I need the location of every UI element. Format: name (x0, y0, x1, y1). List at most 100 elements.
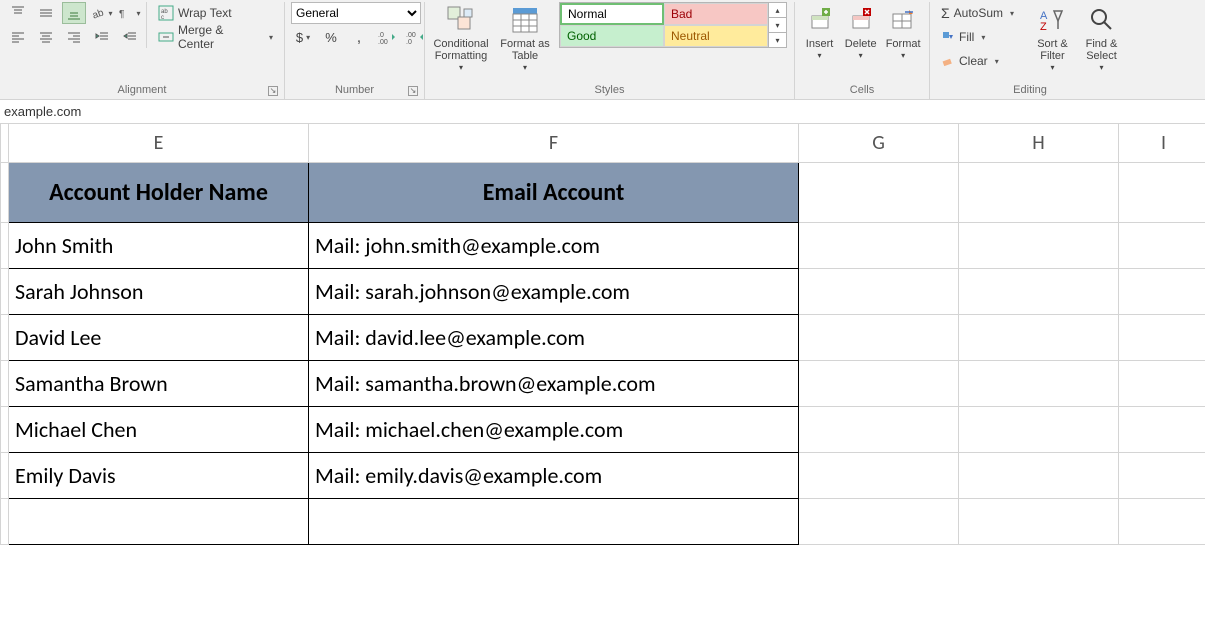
col-header-g[interactable]: G (799, 124, 959, 162)
cell-name[interactable]: John Smith (9, 222, 309, 268)
styles-up-icon[interactable]: ▴ (769, 3, 786, 18)
cell[interactable] (1, 360, 9, 406)
autosum-button[interactable]: Σ AutoSum (936, 2, 1026, 24)
format-cells-button[interactable]: Format▾ (883, 2, 923, 61)
clear-button[interactable]: Clear (936, 50, 1026, 72)
fill-button[interactable]: Fill (936, 26, 1026, 48)
cell[interactable] (1119, 498, 1205, 544)
corner-header[interactable] (1, 124, 9, 162)
cell[interactable] (959, 498, 1119, 544)
accounting-format-button[interactable]: $ (291, 26, 315, 48)
cell[interactable] (799, 222, 959, 268)
formula-bar[interactable]: example.com (0, 100, 1205, 124)
alignment-launcher-icon[interactable]: ↘ (268, 86, 278, 96)
align-left-button[interactable] (6, 26, 30, 48)
orientation-button[interactable]: ab (90, 2, 114, 24)
cell[interactable] (799, 314, 959, 360)
cell-name[interactable]: Sarah Johnson (9, 268, 309, 314)
cell[interactable] (959, 406, 1119, 452)
styles-down-icon[interactable]: ▾ (769, 18, 786, 33)
col-header-h[interactable]: H (959, 124, 1119, 162)
merge-center-button[interactable]: Merge & Center (153, 26, 278, 48)
conditional-formatting-icon (445, 4, 477, 36)
cell[interactable] (1, 498, 9, 544)
sort-filter-button[interactable]: AZ Sort & Filter▾ (1030, 2, 1075, 73)
align-right-button[interactable] (62, 26, 86, 48)
cell-email[interactable]: Mail: emily.davis@example.com (309, 452, 799, 498)
increase-indent-button[interactable] (118, 26, 142, 48)
merge-center-label: Merge & Center (178, 23, 262, 51)
cell-email[interactable]: Mail: david.lee@example.com (309, 314, 799, 360)
cell-email[interactable]: Mail: john.smith@example.com (309, 222, 799, 268)
header-email-account[interactable]: Email Account (309, 162, 799, 222)
cell[interactable] (959, 222, 1119, 268)
cell[interactable] (799, 360, 959, 406)
align-center-button[interactable] (34, 26, 58, 48)
cell[interactable] (959, 360, 1119, 406)
cell[interactable] (1119, 268, 1205, 314)
insert-cells-button[interactable]: Insert▾ (801, 2, 838, 61)
cell[interactable] (799, 406, 959, 452)
col-header-f[interactable]: F (309, 124, 799, 162)
cell[interactable] (799, 452, 959, 498)
cell[interactable] (1, 222, 9, 268)
cell[interactable] (959, 268, 1119, 314)
insert-cells-icon (804, 4, 836, 36)
number-launcher-icon[interactable]: ↘ (408, 86, 418, 96)
col-header-i[interactable]: I (1119, 124, 1205, 162)
decrease-decimal-button[interactable]: .00.0 (403, 26, 427, 48)
cell[interactable] (1, 452, 9, 498)
cell[interactable] (1, 162, 9, 222)
cell-name[interactable]: Samantha Brown (9, 360, 309, 406)
align-middle-button[interactable] (34, 2, 58, 24)
increase-decimal-button[interactable]: .0.00 (375, 26, 399, 48)
cell[interactable] (1119, 222, 1205, 268)
cell[interactable] (959, 314, 1119, 360)
cell[interactable] (1119, 406, 1205, 452)
cell[interactable] (1119, 452, 1205, 498)
align-bottom-button[interactable] (62, 2, 86, 24)
header-account-name[interactable]: Account Holder Name (9, 162, 309, 222)
cell-email[interactable]: Mail: samantha.brown@example.com (309, 360, 799, 406)
comma-format-button[interactable]: , (347, 26, 371, 48)
align-top-button[interactable] (6, 2, 30, 24)
decrease-indent-button[interactable] (90, 26, 114, 48)
cell[interactable] (1, 406, 9, 452)
cell[interactable] (799, 268, 959, 314)
conditional-formatting-button[interactable]: Conditional Formatting ▾ (431, 2, 491, 73)
cell[interactable] (1119, 314, 1205, 360)
cell-name[interactable]: Michael Chen (9, 406, 309, 452)
percent-format-button[interactable]: % (319, 26, 343, 48)
cell[interactable] (959, 452, 1119, 498)
cell[interactable] (799, 162, 959, 222)
col-header-e[interactable]: E (9, 124, 309, 162)
cell-email[interactable]: Mail: sarah.johnson@example.com (309, 268, 799, 314)
styles-gallery-scroll[interactable]: ▴ ▾ ▾ (768, 3, 786, 47)
text-direction-button[interactable]: ¶ (118, 2, 142, 24)
worksheet-grid[interactable]: E F G H I Account Holder Name Email Acco… (0, 124, 1205, 545)
style-good[interactable]: Good (560, 25, 664, 47)
cell[interactable] (799, 498, 959, 544)
find-select-button[interactable]: Find & Select▾ (1079, 2, 1124, 73)
style-bad[interactable]: Bad (664, 3, 768, 25)
style-normal[interactable]: Normal (560, 3, 664, 25)
cell-email[interactable]: Mail: michael.chen@example.com (309, 406, 799, 452)
format-as-table-button[interactable]: Format as Table ▾ (495, 2, 555, 73)
cell[interactable] (9, 498, 309, 544)
cell[interactable] (1119, 360, 1205, 406)
styles-more-icon[interactable]: ▾ (769, 33, 786, 47)
cell[interactable] (1119, 162, 1205, 222)
number-format-select[interactable]: General (291, 2, 421, 24)
cell[interactable] (1, 268, 9, 314)
cell-styles-gallery[interactable]: Normal Bad ▴ ▾ ▾ Good Neutral (559, 2, 787, 48)
cell[interactable] (959, 162, 1119, 222)
ribbon: ab ¶ (0, 0, 1205, 100)
cell[interactable] (1, 314, 9, 360)
delete-cells-button[interactable]: Delete▾ (842, 2, 879, 61)
wrap-text-button[interactable]: abc Wrap Text (153, 2, 278, 24)
cell[interactable] (309, 498, 799, 544)
cell-name[interactable]: David Lee (9, 314, 309, 360)
style-neutral[interactable]: Neutral (664, 25, 768, 47)
cell-name[interactable]: Emily Davis (9, 452, 309, 498)
svg-text:.0: .0 (406, 39, 412, 44)
